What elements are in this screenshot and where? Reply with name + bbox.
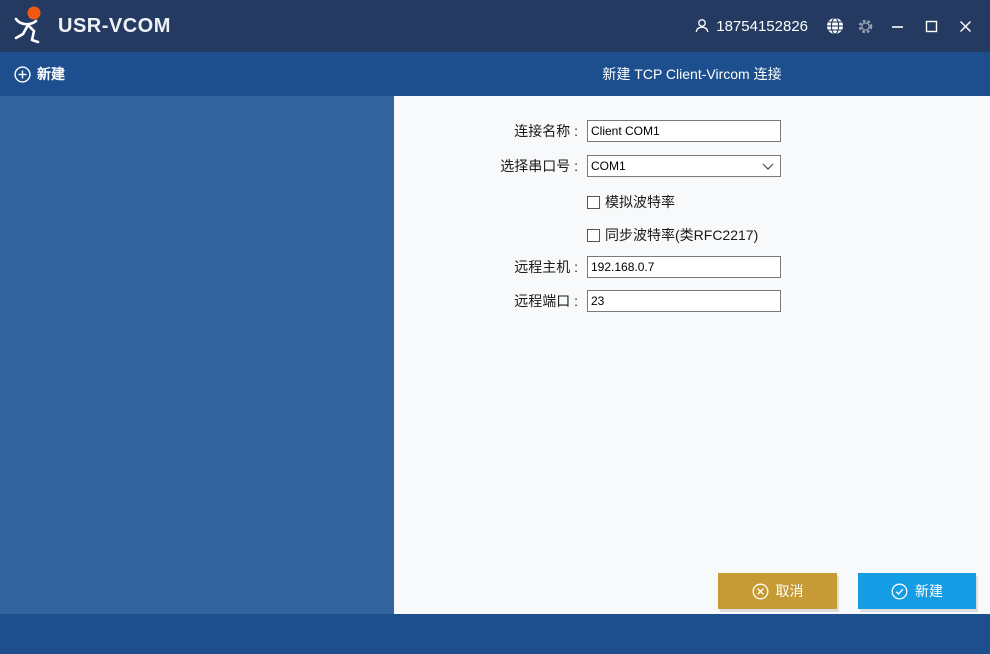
create-button[interactable]: 新建 — [858, 573, 976, 609]
usr-vcom-window: USR-VCOM 18754152826 — [0, 0, 990, 654]
remote-port-input[interactable] — [587, 290, 781, 312]
confirm-circle-check-icon — [891, 583, 908, 600]
sync-baud-checkbox[interactable]: 同步波特率(类RFC2217) — [587, 225, 758, 245]
plus-circle-icon — [14, 66, 31, 83]
connection-name-label: 连接名称 : — [394, 121, 578, 141]
remote-port-row: 远程端口 : — [394, 290, 781, 312]
virtual-baud-label: 模拟波特率 — [605, 192, 675, 212]
chevron-down-icon — [762, 163, 774, 170]
virtual-baud-checkbox[interactable]: 模拟波特率 — [587, 192, 675, 212]
app-title: USR-VCOM — [58, 15, 171, 38]
serial-port-row: 选择串口号 : COM1 — [394, 155, 781, 177]
titlebar: USR-VCOM 18754152826 — [0, 0, 990, 52]
gear-icon[interactable] — [850, 0, 880, 52]
navbar: 新建 新建 TCP Client-Vircom 连接 — [0, 52, 990, 96]
account-number: 18754152826 — [716, 18, 808, 35]
connection-name-input[interactable] — [587, 120, 781, 142]
cancel-circle-x-icon — [752, 583, 769, 600]
sync-baud-label: 同步波特率(类RFC2217) — [605, 225, 758, 245]
user-icon — [694, 18, 710, 34]
minimize-icon[interactable] — [880, 0, 914, 52]
create-button-label: 新建 — [915, 581, 943, 601]
cancel-button-label: 取消 — [776, 581, 804, 601]
remote-port-label: 远程端口 : — [394, 291, 578, 311]
connection-list-sidebar[interactable] — [0, 96, 394, 614]
serial-port-select[interactable]: COM1 — [587, 155, 781, 177]
account-info[interactable]: 18754152826 — [694, 18, 808, 35]
remote-host-input[interactable] — [587, 256, 781, 278]
remote-host-row: 远程主机 : — [394, 256, 781, 278]
serial-port-value: COM1 — [591, 159, 626, 173]
statusbar — [0, 614, 990, 654]
globe-icon[interactable] — [820, 0, 850, 52]
titlebar-right: 18754152826 — [694, 0, 990, 52]
remote-host-label: 远程主机 : — [394, 257, 578, 277]
checkbox-box[interactable] — [587, 229, 600, 242]
new-connection-button[interactable]: 新建 — [14, 52, 65, 96]
page-title: 新建 TCP Client-Vircom 连接 — [394, 52, 990, 96]
serial-port-label: 选择串口号 : — [394, 156, 578, 176]
connection-name-row: 连接名称 : — [394, 120, 781, 142]
maximize-icon[interactable] — [914, 0, 948, 52]
connection-form: 连接名称 : 选择串口号 : COM1 模拟波特率 同步波特率(类RFC2217… — [394, 96, 990, 614]
new-connection-label: 新建 — [37, 64, 65, 84]
close-icon[interactable] — [948, 0, 982, 52]
cancel-button[interactable]: 取消 — [718, 573, 837, 609]
app-logo-icon — [8, 4, 50, 48]
checkbox-box[interactable] — [587, 196, 600, 209]
body-area: 连接名称 : 选择串口号 : COM1 模拟波特率 同步波特率(类RFC2217… — [0, 96, 990, 614]
